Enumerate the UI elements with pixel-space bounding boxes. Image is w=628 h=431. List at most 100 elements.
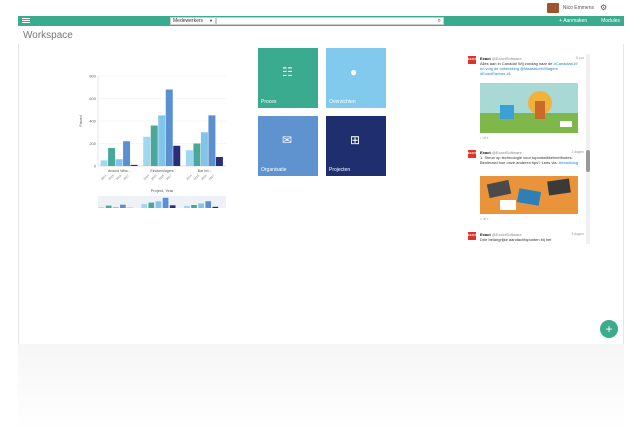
tweet-text: Drie belangrijke aandachtspunten bij het	[480, 237, 580, 242]
search-input[interactable]: ⌕	[216, 17, 444, 25]
search-icon[interactable]: ⌕	[438, 18, 441, 24]
tweet[interactable]: EXACT Exact @ExactSoftware 2 dagen 1. St…	[466, 144, 584, 224]
y-axis-label: Faced	[78, 115, 83, 126]
tile-label: Proces	[261, 99, 277, 105]
avatar	[546, 3, 559, 13]
y-tick-label: 800	[89, 74, 96, 79]
x-tick-label: Bar Inv...	[198, 169, 212, 173]
overview-bar	[98, 207, 105, 208]
tweet-image[interactable]	[480, 176, 578, 214]
overview-bar	[120, 204, 126, 208]
empty-workspace-area	[18, 344, 624, 431]
x-subtick-label: 2014	[185, 173, 193, 181]
x-axis-label: Project, Year	[151, 188, 174, 193]
search-scope-value: Medewerkers	[173, 18, 204, 24]
chart-bar	[143, 136, 151, 166]
tile-organisatie[interactable]: ✉ Organisatie	[258, 116, 318, 176]
x-subtick-label: 2014	[100, 173, 108, 181]
chart-bar	[165, 89, 173, 166]
aanmaken-button[interactable]: + Aanmaken	[559, 17, 587, 25]
x-tick-label: Around Wiss...	[108, 169, 131, 173]
exact-logo: EXACT	[468, 150, 476, 158]
people-icon: ✉	[282, 133, 293, 147]
globe-icon: ●	[350, 65, 358, 79]
tweet-text: Alles aan in Canada! Wij zondag naar de …	[480, 61, 580, 76]
gear-icon[interactable]: ⚙	[600, 4, 608, 12]
overview-bar	[205, 201, 212, 208]
chart-bar	[150, 125, 158, 166]
x-subtick-label: 2016	[158, 173, 166, 181]
scroll-thumb[interactable]	[586, 150, 590, 172]
chart-bar	[215, 157, 223, 166]
y-tick-label: 400	[89, 119, 96, 124]
overview-bar	[198, 203, 204, 208]
chart-bar	[130, 164, 138, 166]
exact-logo: EXACT	[468, 56, 476, 64]
x-subtick-label: 2015	[193, 173, 201, 181]
overview-bar	[141, 204, 148, 208]
chart-bar	[108, 148, 116, 166]
chart-bar	[158, 115, 166, 166]
caret-down-icon: ▼	[209, 18, 213, 23]
overview-bar	[184, 205, 190, 208]
page-title: Workspace	[23, 30, 73, 41]
x-subtick-label: 2016	[200, 173, 208, 181]
tweet-actions[interactable]: ↩ ⇄ ♥	[480, 136, 488, 140]
top-bar: Nico Emmens ⚙	[0, 0, 628, 16]
x-subtick-label: 2017	[208, 173, 216, 181]
tweet[interactable]: EXACT Exact @ExactSoftware 3 dagen Drie …	[466, 226, 584, 244]
project-chart: 0200400600800FacedAround Wiss...2014 2015…	[78, 74, 226, 208]
overview-bar	[212, 206, 219, 208]
x-subtick-label: 2014	[143, 173, 151, 181]
y-tick-label: 200	[89, 141, 96, 146]
feed-scrollbar[interactable]	[586, 54, 590, 244]
tweet-hashtags[interactable]: #exactblog	[559, 160, 578, 165]
chart-bar	[115, 159, 123, 166]
checklist-icon: ☷	[282, 65, 293, 79]
user-name: Nico Emmens	[562, 5, 594, 11]
nav-bar: Medewerkers ▼ ⌕ + Aanmaken Modules	[18, 16, 624, 26]
tweet-time: 3 dagen	[571, 232, 584, 236]
overview-bar	[105, 205, 112, 208]
hamburger-icon[interactable]	[22, 18, 30, 24]
x-subtick-label: 2017	[122, 173, 130, 181]
tweet-actions[interactable]: ↩ ⇄ ♥	[480, 217, 488, 221]
tweet-body: Drie belangrijke aandachtspunten bij het	[480, 237, 552, 242]
tile-proces[interactable]: ☷ Proces	[258, 48, 318, 108]
tweet-text: 1. Steun op technologie voor topontwikke…	[480, 155, 580, 165]
overview-bar	[162, 197, 169, 208]
tweet[interactable]: EXACT Exact @ExactSoftware 5 uur Alles a…	[466, 50, 584, 142]
user-menu[interactable]: Nico Emmens	[546, 3, 594, 13]
y-tick-label: 600	[89, 96, 96, 101]
tile-label: Projecten	[329, 167, 351, 173]
overview-bar	[112, 207, 119, 208]
chart-bar	[100, 160, 108, 166]
chart-bar	[185, 150, 193, 166]
twitter-feed[interactable]: EXACT Exact @ExactSoftware 5 uur Alles a…	[466, 50, 590, 244]
x-subtick-label: 2016	[115, 173, 123, 181]
chart-bar	[208, 115, 216, 166]
x-subtick-label: 2017	[165, 173, 173, 181]
tile-label: Organisatie	[261, 167, 287, 173]
chart-bar	[200, 132, 208, 166]
tweet-time: 5 uur	[576, 56, 584, 60]
chart-bar	[193, 143, 201, 166]
chart-bar	[173, 145, 181, 166]
tile-overzichten[interactable]: ● Overzichten	[326, 48, 386, 108]
overview-bar	[191, 205, 197, 208]
x-tick-label: Eindverslagers	[150, 169, 173, 173]
tweet-time: 2 dagen	[571, 150, 584, 154]
tile-projecten[interactable]: ⊞ Projecten	[326, 116, 386, 176]
x-subtick-label: 2015	[107, 173, 115, 181]
overview-bar	[148, 202, 155, 208]
overview-bar	[169, 205, 176, 208]
nav-actions: + Aanmaken Modules	[559, 17, 620, 25]
y-tick-label: 0	[94, 164, 97, 169]
add-button[interactable]: +	[600, 320, 618, 338]
chart-bar	[123, 141, 131, 166]
search-scope-select[interactable]: Medewerkers ▼	[170, 17, 216, 25]
overview-bar	[155, 201, 162, 208]
modules-button[interactable]: Modules	[601, 17, 620, 25]
x-subtick-label: 2015	[150, 173, 158, 181]
tweet-image[interactable]	[480, 83, 578, 133]
